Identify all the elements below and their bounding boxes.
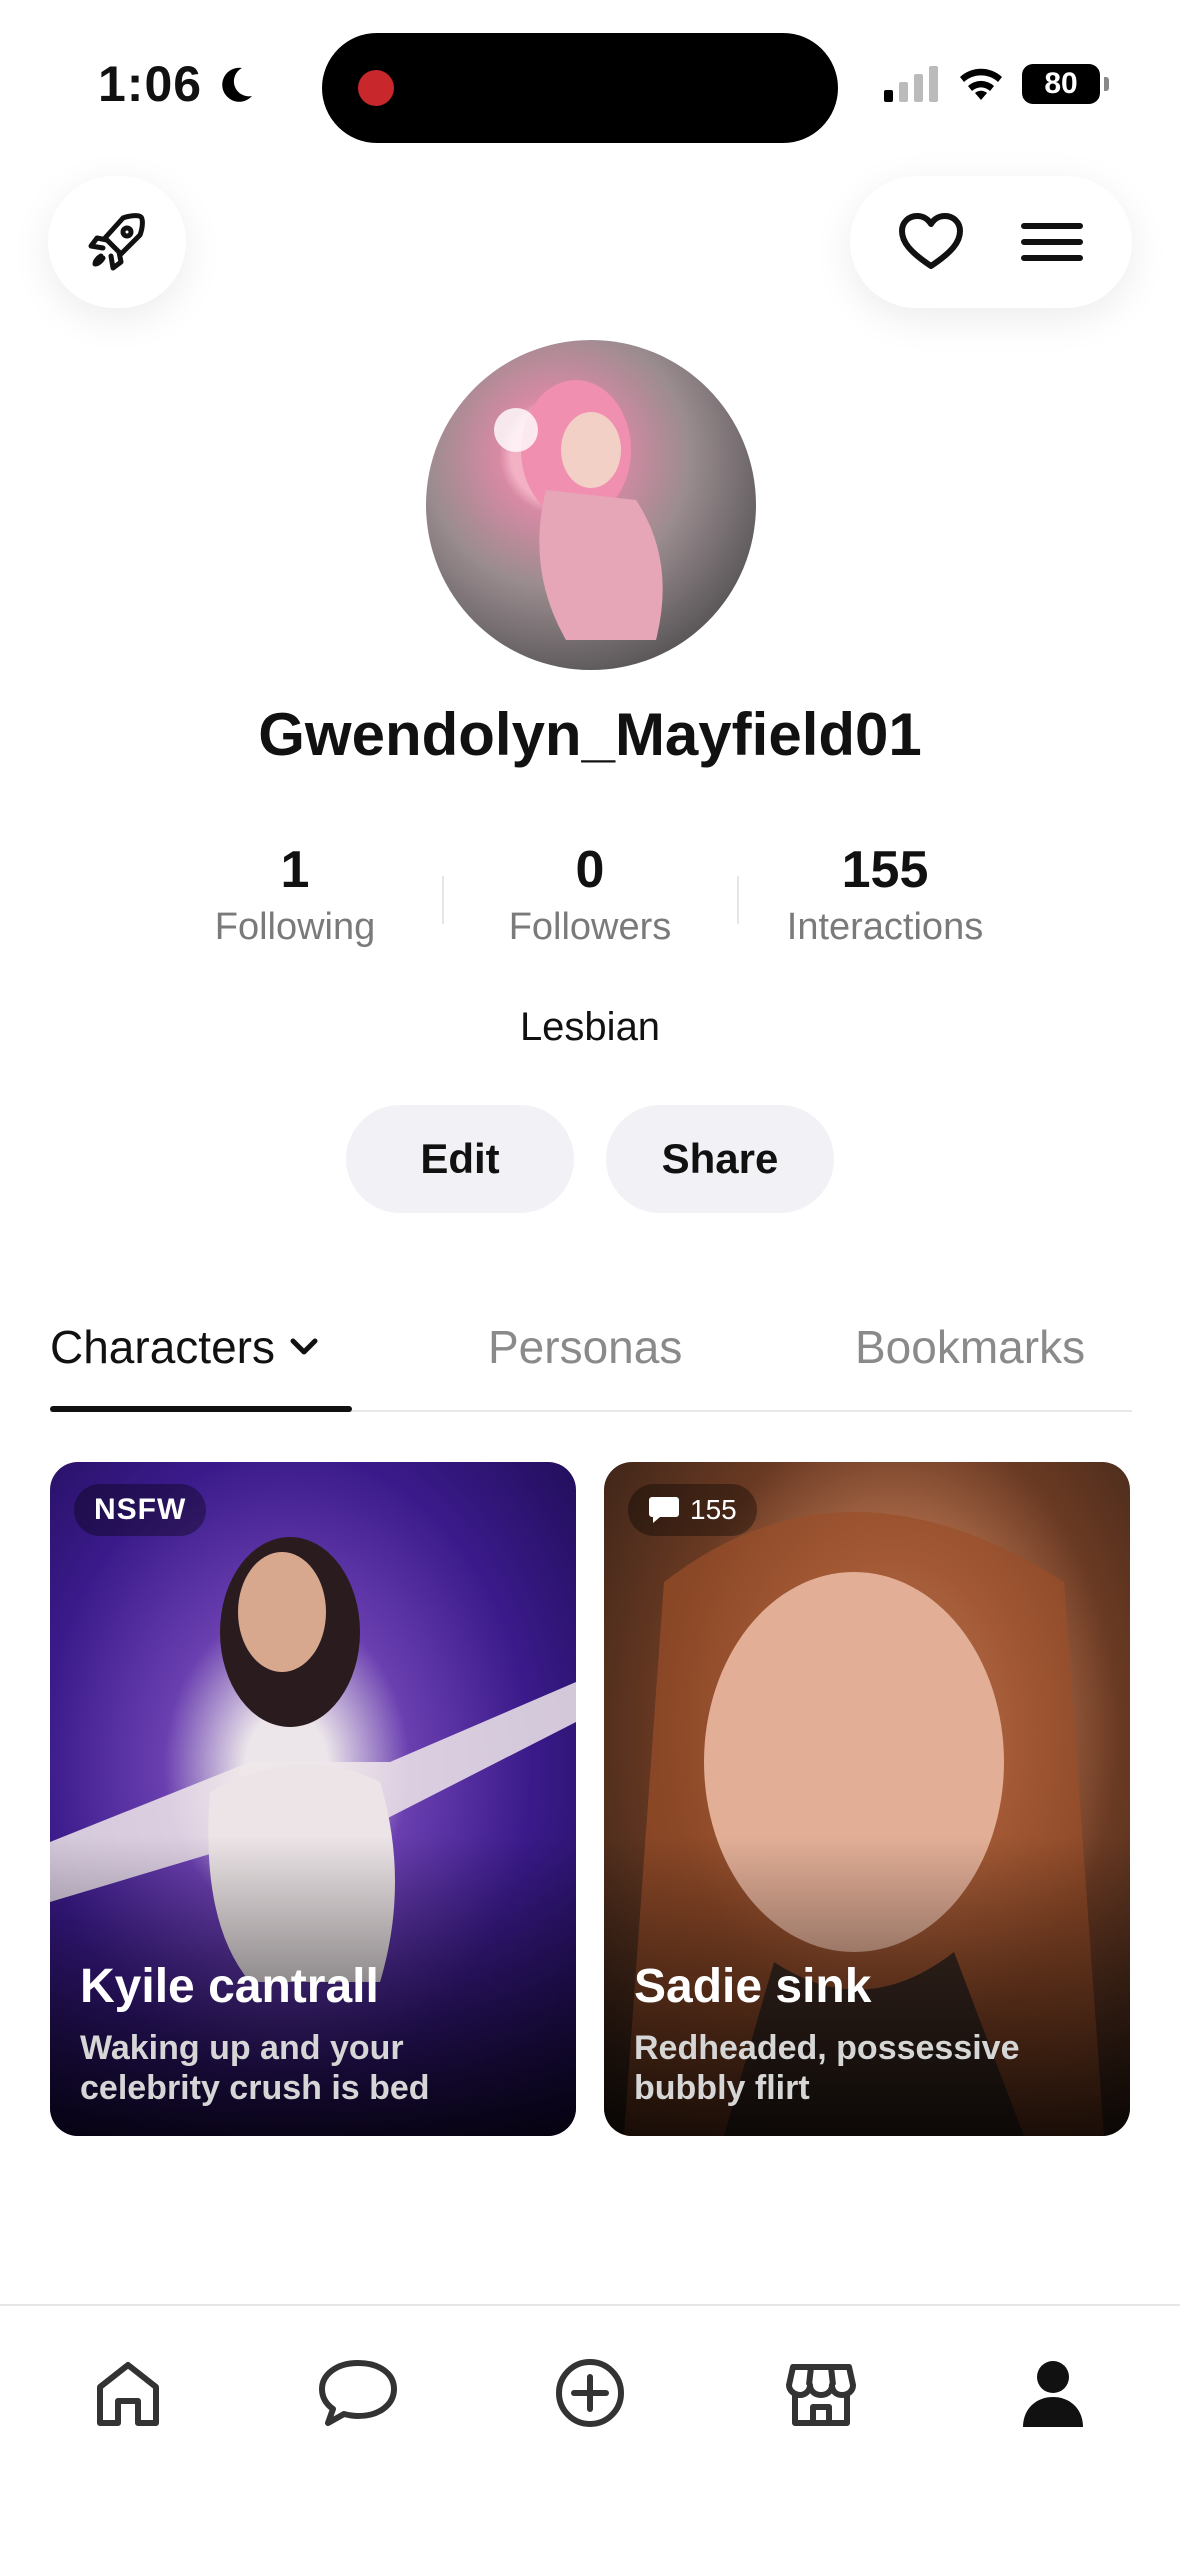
profile-icon xyxy=(1023,2361,1083,2427)
chevron-down-icon xyxy=(290,1338,318,1355)
nsfw-badge: NSFW xyxy=(74,1484,207,1536)
card-subtitle: Redheaded, possessive bubbly flirt xyxy=(634,2029,1020,2107)
stat-followers[interactable]: 0 Followers xyxy=(445,840,735,949)
recording-indicator xyxy=(358,70,394,106)
avatar[interactable] xyxy=(426,340,756,670)
profile-tabs: Characters Personas Bookmarks xyxy=(50,1320,1132,1412)
stat-divider xyxy=(441,876,444,924)
card-title: Kyile cantrall xyxy=(80,1960,379,2013)
chat-bubble-icon xyxy=(649,1497,679,1523)
nav-home[interactable] xyxy=(83,2348,173,2438)
battery-level: 80 xyxy=(1044,67,1078,100)
wifi-icon xyxy=(960,68,1002,100)
badge-count: 155 xyxy=(690,1494,737,1525)
nav-profile[interactable] xyxy=(1008,2348,1098,2438)
card-title: Sadie sink xyxy=(634,1960,872,2013)
stat-interactions: 155 Interactions xyxy=(740,840,1030,949)
rocket-icon xyxy=(88,213,145,271)
heart-icon[interactable] xyxy=(898,212,964,272)
stat-value: 155 xyxy=(841,841,929,899)
avatar-photo xyxy=(494,380,663,640)
share-button[interactable]: Share xyxy=(606,1105,834,1213)
chat-icon xyxy=(319,2360,397,2426)
moon-icon xyxy=(222,67,253,102)
tab-label: Personas xyxy=(488,1321,683,1373)
stat-value: 0 xyxy=(575,841,605,899)
dynamic-island xyxy=(322,33,838,143)
home-icon xyxy=(97,2362,159,2426)
tab-label: Characters xyxy=(50,1321,275,1373)
tab-active-indicator xyxy=(50,1406,352,1412)
character-card[interactable]: 155 Sadie sink Redheaded, possessive bub… xyxy=(604,1462,1130,2136)
stat-label: Interactions xyxy=(786,906,984,948)
profile-username: Gwendolyn_Mayfield01 xyxy=(258,701,922,768)
plus-circle-icon xyxy=(556,2359,624,2427)
stat-value: 1 xyxy=(280,841,310,899)
nav-store[interactable] xyxy=(776,2348,866,2438)
battery-indicator: 80 xyxy=(1022,64,1109,104)
top-right-actions xyxy=(850,176,1132,308)
boost-button[interactable] xyxy=(48,176,186,308)
tab-characters[interactable]: Characters xyxy=(50,1320,319,1374)
stat-label: Followers xyxy=(508,906,672,948)
status-icons: 80 xyxy=(884,64,1109,104)
stat-label: Following xyxy=(214,906,376,948)
time-text: 1:06 xyxy=(98,56,203,112)
profile-actions: Edit Share xyxy=(346,1105,834,1213)
profile-stats: 1 Following 0 Followers 155 Interactions xyxy=(150,840,1030,949)
stat-divider xyxy=(736,876,739,924)
store-icon xyxy=(786,2364,856,2426)
tab-label: Bookmarks xyxy=(855,1321,1086,1373)
stat-following[interactable]: 1 Following xyxy=(150,840,440,949)
tab-bookmarks[interactable]: Bookmarks xyxy=(855,1320,1085,1374)
character-card[interactable]: NSFW Kyile cantrall Waking up and your c… xyxy=(50,1462,576,2136)
interactions-badge: 155 xyxy=(628,1484,757,1536)
edit-button[interactable]: Edit xyxy=(346,1105,574,1213)
nav-create[interactable] xyxy=(545,2348,635,2438)
status-time: 1:06 xyxy=(98,55,256,113)
badge-label: NSFW xyxy=(94,1493,187,1526)
bottom-nav xyxy=(0,2304,1180,2558)
card-subtitle: Waking up and your celebrity crush is be… xyxy=(80,2029,430,2107)
tab-personas[interactable]: Personas xyxy=(488,1320,682,1374)
profile-bio: Lesbian xyxy=(519,1005,661,1049)
nav-chats[interactable] xyxy=(313,2348,403,2438)
menu-icon[interactable] xyxy=(1020,222,1084,262)
signal-icon xyxy=(884,66,938,102)
